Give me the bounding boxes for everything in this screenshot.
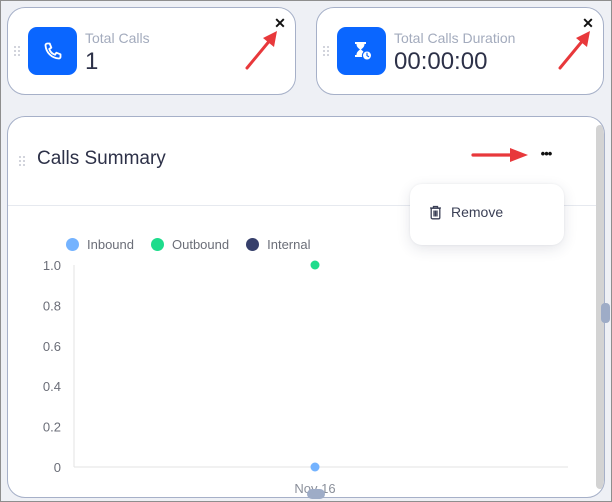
horizontal-scrollbar-thumb[interactable] bbox=[307, 489, 325, 499]
vertical-scrollbar-thumb[interactable] bbox=[601, 303, 610, 323]
y-tick-label: 1.0 bbox=[43, 258, 61, 273]
total-calls-card: Total Calls 1 ✕ bbox=[7, 7, 296, 95]
trash-icon bbox=[430, 205, 441, 219]
stat-value: 00:00:00 bbox=[394, 48, 488, 75]
close-button[interactable]: ✕ bbox=[581, 16, 595, 30]
phone-icon bbox=[28, 27, 77, 75]
options-dropdown-menu: Remove bbox=[410, 184, 564, 245]
stat-label: Total Calls bbox=[85, 30, 150, 46]
y-tick-label: 0.4 bbox=[43, 379, 61, 394]
remove-menu-item[interactable]: Remove bbox=[429, 204, 503, 220]
data-point-inbound bbox=[310, 462, 320, 472]
stat-label: Total Calls Duration bbox=[394, 30, 516, 46]
drag-handle-icon[interactable] bbox=[14, 46, 20, 56]
y-tick-label: 0.2 bbox=[43, 420, 61, 435]
stat-value: 1 bbox=[85, 48, 99, 75]
y-tick-label: 0.8 bbox=[43, 298, 61, 313]
close-button[interactable]: ✕ bbox=[273, 16, 287, 30]
hourglass-clock-icon bbox=[337, 27, 386, 75]
y-tick-label: 0.6 bbox=[43, 339, 61, 354]
calls-summary-chart: 00.20.40.60.81.0Nov 16 bbox=[43, 258, 568, 496]
drag-handle-icon[interactable] bbox=[323, 46, 329, 56]
y-tick-label: 0 bbox=[54, 460, 61, 475]
data-point-outbound bbox=[310, 260, 320, 270]
remove-label: Remove bbox=[451, 204, 504, 220]
total-calls-duration-card: Total Calls Duration 00:00:00 ✕ bbox=[316, 7, 604, 95]
calls-summary-card: Calls Summary ••• Inbound Outbound Inter… bbox=[7, 116, 605, 498]
